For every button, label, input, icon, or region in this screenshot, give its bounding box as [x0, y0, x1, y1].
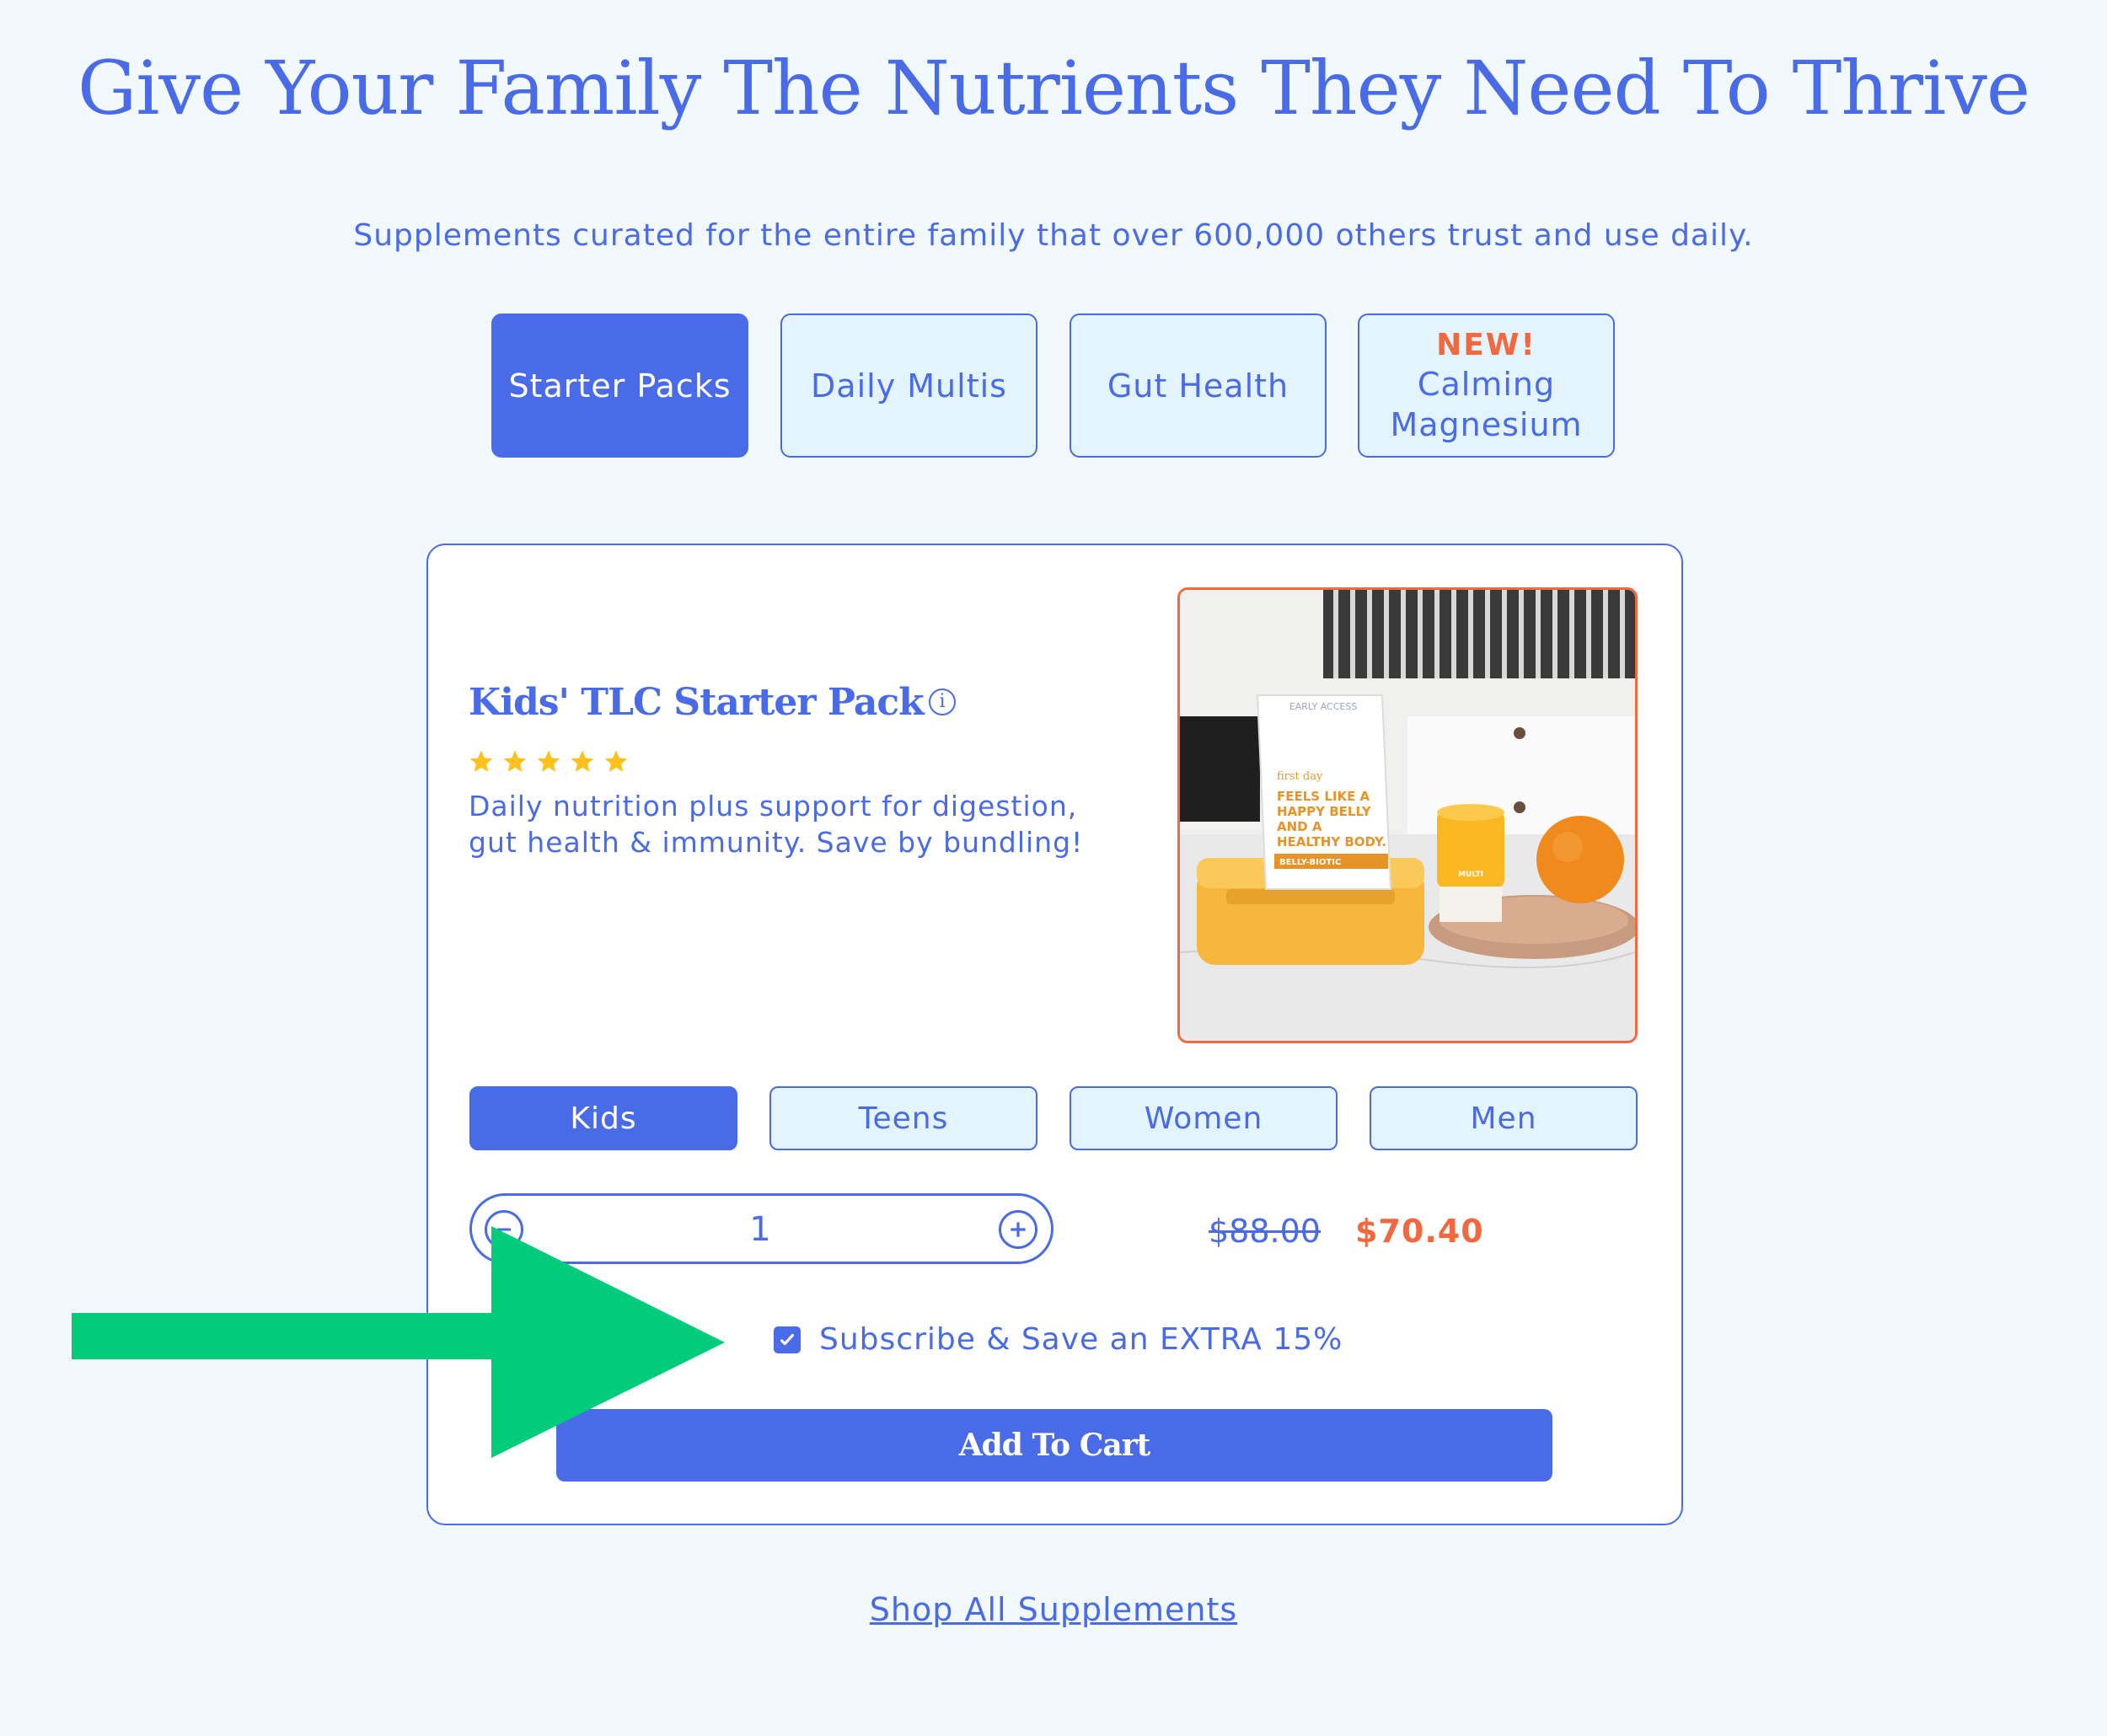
svg-text:FEELS LIKE A: FEELS LIKE A [1277, 789, 1370, 804]
shop-all-supplements-link[interactable]: Shop All Supplements [0, 1588, 2107, 1632]
audience-tab-label: Women [1144, 1101, 1263, 1136]
audience-tab-men[interactable]: Men [1370, 1086, 1638, 1150]
star-rating [468, 748, 630, 775]
pouch-label: BELLY-BIOTIC [1279, 858, 1341, 867]
tab-label: Daily Multis [811, 367, 1007, 405]
product-description: Daily nutrition plus support for digesti… [469, 790, 1084, 859]
new-badge: NEW! [1436, 327, 1536, 362]
audience-tab-women[interactable]: Women [1070, 1086, 1338, 1150]
star-icon [537, 750, 560, 772]
tab-calming-magnesium[interactable]: NEW! Calming Magnesium [1358, 313, 1615, 458]
subscribe-option[interactable]: Subscribe & Save an EXTRA 15% [774, 1320, 1343, 1360]
product-title: Kids' TLC Starter Pack [469, 681, 925, 724]
info-icon[interactable]: i [929, 689, 956, 715]
audience-tab-label: Kids [570, 1101, 637, 1136]
page-subtitle: Supplements curated for the entire famil… [353, 218, 1754, 253]
tab-label-line2: Magnesium [1390, 405, 1583, 443]
star-icon [571, 750, 594, 772]
subscribe-label: Subscribe & Save an EXTRA 15% [819, 1322, 1343, 1357]
jar-label: MULTI [1458, 871, 1483, 879]
star-icon [604, 750, 628, 772]
tab-daily-multis[interactable]: Daily Multis [780, 313, 1037, 458]
audience-tab-label: Men [1470, 1101, 1537, 1136]
pouch-tag: EARLY ACCESS [1289, 701, 1358, 712]
product-photo-illustration: EARLY ACCESS first day FEELS LIKE A HAPP… [1180, 590, 1635, 1041]
tab-label: Starter Packs [508, 367, 732, 405]
product-image: EARLY ACCESS first day FEELS LIKE A HAPP… [1177, 587, 1638, 1043]
original-price: $88.00 [1209, 1213, 1321, 1250]
svg-text:AND A: AND A [1277, 819, 1322, 834]
audience-tab-kids[interactable]: Kids [469, 1086, 737, 1150]
tab-starter-packs[interactable]: Starter Packs [491, 313, 748, 458]
svg-text:HAPPY BELLY: HAPPY BELLY [1277, 804, 1372, 819]
subscribe-checkbox[interactable] [774, 1326, 801, 1353]
checkmark-icon [780, 1333, 795, 1346]
plus-icon [1011, 1222, 1026, 1237]
increment-button[interactable] [999, 1210, 1037, 1249]
audience-tab-teens[interactable]: Teens [769, 1086, 1037, 1150]
star-icon [469, 750, 493, 772]
tab-gut-health[interactable]: Gut Health [1070, 313, 1327, 458]
sale-price: $70.40 [1355, 1213, 1484, 1250]
tab-label: Gut Health [1107, 367, 1289, 405]
star-icon [503, 750, 527, 772]
audience-tab-label: Teens [858, 1101, 949, 1136]
page-title: Give Your Family The Nutrients They Need… [77, 45, 2030, 131]
pouch-brand: first day [1277, 770, 1323, 783]
annotation-arrow-icon [72, 1226, 725, 1458]
tab-label-line1: Calming [1417, 365, 1556, 403]
svg-text:HEALTHY BODY.: HEALTHY BODY. [1277, 834, 1386, 849]
